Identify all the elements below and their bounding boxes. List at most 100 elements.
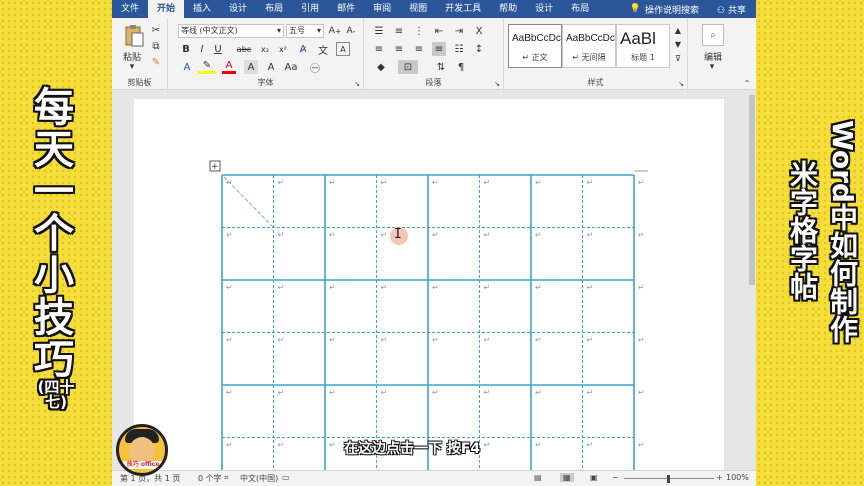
macro-icon[interactable]: ▭ — [282, 473, 290, 482]
tab-8[interactable]: 视图 — [400, 0, 436, 18]
cut-icon[interactable]: ✂ — [150, 24, 162, 36]
paragraph-dialog-launcher-icon[interactable]: ↘ — [493, 80, 501, 88]
grow-font-icon[interactable]: A + — [328, 24, 342, 38]
justify-icon[interactable]: ≡ — [432, 42, 446, 56]
char-shading-icon[interactable]: A — [244, 60, 258, 74]
strikethrough-button[interactable]: abc — [234, 42, 254, 56]
cell-end-mark: ↵ — [329, 336, 336, 345]
align-left-icon[interactable]: ≡ — [372, 42, 386, 56]
text-effects-icon[interactable]: A — [180, 60, 194, 74]
font-dialog-launcher-icon[interactable]: ↘ — [353, 80, 361, 88]
tab-6[interactable]: 邮件 — [328, 0, 364, 18]
paste-icon[interactable] — [122, 24, 146, 48]
cell-end-mark: ↵ — [381, 283, 388, 292]
read-mode-icon[interactable]: ▤ — [534, 473, 542, 482]
cell-end-mark: ↵ — [484, 283, 491, 292]
font-size-select[interactable]: 五号 — [286, 24, 324, 38]
share-button[interactable]: ⚇ 共享 — [707, 3, 756, 16]
sort-icon[interactable]: ⇅ — [434, 60, 448, 74]
shrink-font-icon[interactable]: A- — [344, 24, 358, 38]
styles-dialog-launcher-icon[interactable]: ↘ — [677, 80, 685, 88]
paragraph-group-label: 段落 — [425, 78, 442, 87]
web-layout-icon[interactable]: ▣ — [590, 473, 598, 482]
tab-5[interactable]: 引用 — [292, 0, 328, 18]
paste-dropdown-icon[interactable]: ▾ — [126, 62, 138, 72]
cell-end-mark: ↵ — [381, 178, 388, 187]
font-group-label: 字体 — [257, 78, 274, 87]
enclose-char-icon[interactable]: A — [336, 42, 350, 56]
copy-icon[interactable]: ⧉ — [150, 40, 162, 52]
show-marks-icon[interactable]: ¶ — [454, 60, 468, 74]
tell-me-search[interactable]: 💡 操作说明搜索 — [622, 3, 707, 16]
cell-end-mark: ↵ — [535, 231, 542, 240]
format-painter-icon[interactable]: ✎ — [150, 56, 162, 68]
cell-end-mark: ↵ — [278, 178, 285, 187]
phonetic-guide-icon[interactable]: 文 — [316, 42, 330, 57]
zoom-level[interactable]: 100% — [726, 473, 749, 482]
tab-3[interactable]: 设计 — [220, 0, 256, 18]
tab-10[interactable]: 帮助 — [490, 0, 526, 18]
char-scale-icon[interactable]: Aa — [284, 60, 298, 74]
char-border-icon[interactable]: A — [264, 60, 278, 74]
font-name-select[interactable]: 等线 (中文正文) — [178, 24, 284, 38]
superscript-button[interactable]: x² — [276, 42, 290, 56]
distribute-icon[interactable]: ☷ — [452, 42, 466, 56]
row-end-mark: ↵ — [638, 231, 645, 240]
numbering-icon[interactable]: ≡ — [392, 24, 406, 38]
cell-end-mark: ↵ — [587, 336, 594, 345]
clear-format-icon[interactable]: A̷ — [296, 42, 310, 56]
bullets-icon[interactable]: ☰ — [372, 24, 386, 38]
tab-1[interactable]: 开始 — [148, 0, 185, 18]
zoom-slider-thumb[interactable] — [667, 475, 670, 483]
cell-end-mark: ↵ — [226, 178, 233, 187]
align-center-icon[interactable]: ≡ — [392, 42, 406, 56]
line-spacing-icon[interactable]: ↕ — [472, 42, 486, 56]
borders-icon[interactable]: ⊡ — [398, 60, 418, 74]
tab-12[interactable]: 布局 — [562, 0, 598, 18]
tab-9[interactable]: 开发工具 — [436, 0, 490, 18]
track-icon[interactable]: ⌗ — [224, 473, 229, 483]
bold-button[interactable]: B — [180, 42, 192, 56]
decrease-indent-icon[interactable]: ⇤ — [432, 24, 446, 38]
tab-7[interactable]: 审阅 — [364, 0, 400, 18]
cell-end-mark: ↵ — [278, 231, 285, 240]
styles-scroll-down-icon[interactable]: ▼ — [672, 38, 684, 50]
styles-more-icon[interactable]: ⊽ — [672, 52, 684, 64]
style-item-0[interactable]: AaBbCcDc ↵ 正文 — [508, 24, 562, 68]
shading-icon[interactable]: ◆ — [372, 60, 390, 74]
tab-4[interactable]: 布局 — [256, 0, 292, 18]
zoom-in-icon[interactable]: + — [716, 473, 723, 482]
tab-2[interactable]: 插入 — [184, 0, 220, 18]
lightbulb-icon: 💡 — [629, 4, 642, 14]
subscript-button[interactable]: x₂ — [258, 42, 272, 56]
video-caption: 在这边点击一下 按F4 — [344, 441, 481, 457]
enclose-icon[interactable]: ㊀ — [308, 60, 322, 75]
scrollbar-thumb[interactable] — [749, 95, 755, 285]
tab-0[interactable]: 文件 — [112, 0, 148, 18]
cell-end-mark: ↵ — [226, 231, 233, 240]
style-item-1[interactable]: AaBbCcDc ↵ 无间隔 — [562, 24, 616, 68]
tab-11[interactable]: 设计 — [526, 0, 562, 18]
styles-scroll-up-icon[interactable]: ▲ — [672, 24, 684, 36]
print-layout-icon[interactable]: ▦ — [560, 473, 574, 482]
collapse-ribbon-icon[interactable]: ⌃ — [742, 78, 752, 88]
multilevel-list-icon[interactable]: ⋮ — [412, 24, 426, 38]
font-color-icon[interactable]: A — [222, 60, 236, 74]
cell-end-mark: ↵ — [329, 283, 336, 292]
increase-indent-icon[interactable]: ⇥ — [452, 24, 466, 38]
word-count[interactable]: 0 个字 — [198, 473, 222, 484]
document-page[interactable]: + ↵ ↵ ↵ ↵ ↵ ↵ ↵ ↵ ↵ ↵ ↵ ↵ ↵ ↵ ↵ ↵ ↵ ↵ ↵ ↵ ↵ ↵ ↵ ↵ ↵ ↵ ↵ ↵ ↵ ↵ ↵ ↵ ↵ ↵ ↵ ↵ ↵ ↵ ↵… — [134, 99, 724, 486]
underline-button[interactable]: U — [212, 42, 224, 56]
left-banner-char: 个 — [34, 211, 74, 257]
rice-grid-table[interactable]: + ↵ ↵ ↵ ↵ ↵ ↵ ↵ ↵ ↵ ↵ ↵ ↵ ↵ ↵ ↵ ↵ ↵ ↵ ↵ ↵ ↵ ↵ ↵ ↵ ↵ ↵ ↵ ↵ ↵ ↵ ↵ ↵ ↵ ↵ ↵ ↵ ↵ ↵ ↵… — [134, 99, 724, 486]
italic-button[interactable]: I — [196, 42, 208, 56]
vertical-scrollbar[interactable] — [748, 91, 756, 470]
chinese-layout-icon[interactable]: X — [472, 24, 486, 38]
language[interactable]: 中文(中国) — [240, 473, 278, 484]
highlight-icon[interactable]: ✎ — [198, 60, 216, 74]
style-item-2[interactable]: AaBl 标题 1 — [616, 24, 670, 68]
editing-dropdown-icon[interactable]: ▾ — [706, 62, 718, 72]
align-right-icon[interactable]: ≡ — [412, 42, 426, 56]
zoom-out-icon[interactable]: − — [612, 473, 619, 482]
find-icon[interactable]: ⌕ — [702, 24, 724, 46]
